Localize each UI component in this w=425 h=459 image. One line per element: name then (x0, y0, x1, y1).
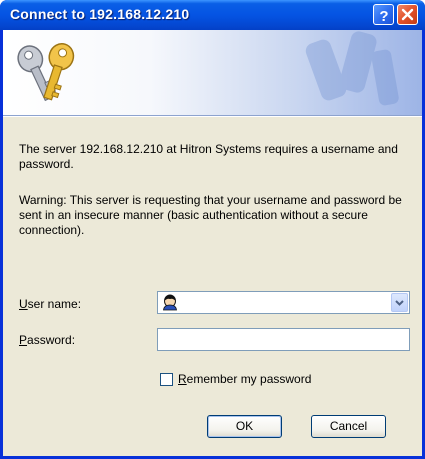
password-label-accelerator: P (19, 333, 28, 347)
dialog-body: The server 192.168.12.210 at Hitron Syst… (3, 30, 422, 456)
remember-password-label[interactable]: Remember my password (178, 372, 311, 386)
remember-password-checkbox[interactable] (160, 373, 173, 386)
password-input[interactable] (157, 328, 410, 351)
remember-label-text: emember my password (186, 372, 312, 386)
username-combobox[interactable] (157, 291, 410, 314)
keys-icon (17, 43, 75, 102)
chevron-down-icon (395, 300, 404, 306)
login-dialog-window: Connect to 192.168.12.210 ? The server 1… (0, 0, 425, 459)
password-label-text: assword: (27, 333, 76, 347)
close-icon (401, 8, 414, 21)
dialog-banner (3, 30, 422, 115)
cancel-button[interactable]: Cancel (311, 415, 386, 438)
help-icon: ? (379, 8, 388, 25)
username-label-text: ser name: (27, 297, 82, 311)
remember-label-accelerator: R (178, 372, 187, 386)
username-dropdown-button[interactable] (391, 293, 408, 312)
title-bar[interactable]: Connect to 192.168.12.210 ? (0, 0, 425, 30)
username-label: User name: (19, 297, 81, 311)
server-message: The server 192.168.12.210 at Hitron Syst… (19, 142, 398, 171)
svg-text:?: ? (379, 8, 388, 25)
window-title: Connect to 192.168.12.210 (10, 6, 190, 22)
close-button[interactable] (397, 4, 418, 25)
ok-button[interactable]: OK (207, 415, 282, 438)
security-warning: Warning: This server is requesting that … (19, 193, 402, 237)
keys-watermark-icon (305, 31, 399, 106)
username-label-accelerator: U (19, 297, 28, 311)
password-label: Password: (19, 333, 75, 347)
user-icon (163, 294, 177, 311)
banner-divider-highlight (3, 116, 422, 117)
help-button[interactable]: ? (373, 4, 394, 25)
